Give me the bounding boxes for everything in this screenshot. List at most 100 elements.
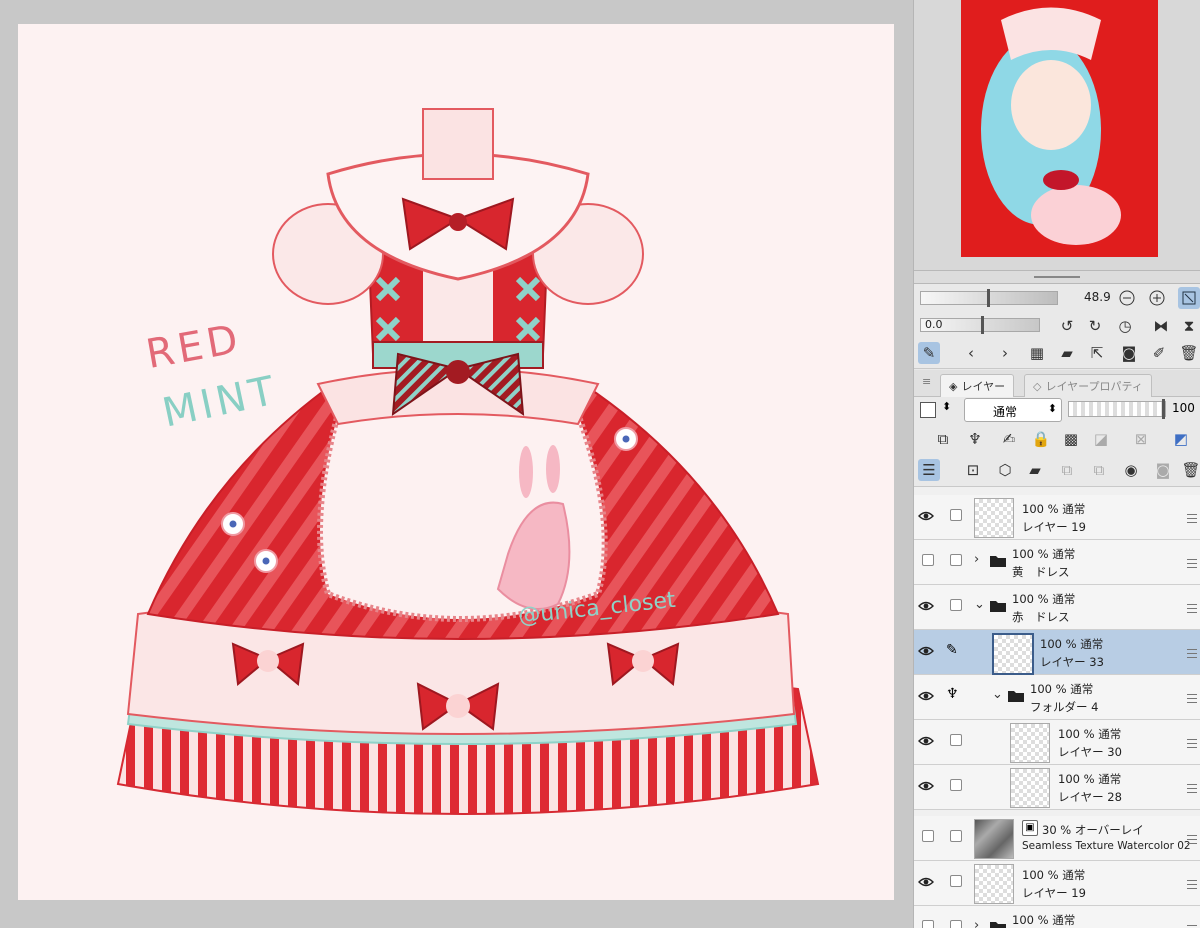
layer-color-swatch-icon[interactable]: ◩	[1170, 428, 1192, 450]
brush-size-slider[interactable]	[920, 289, 1058, 307]
color-stepper-icon[interactable]: ⬍	[942, 400, 951, 413]
reset-rotation-icon[interactable]: ◷	[1114, 315, 1136, 337]
layer-opacity-value: 100	[1172, 401, 1195, 415]
transfer-down-icon[interactable]: ⧉	[1056, 459, 1078, 481]
layer-row[interactable]: ›100 % 通常黄 ドレス	[914, 906, 1200, 928]
merge-down-icon[interactable]: ⧉	[1088, 459, 1110, 481]
tab-layer-property[interactable]: ◇ レイヤープロパティ	[1024, 374, 1152, 397]
layer-row[interactable]: 100 % 通常 レイヤー 28	[914, 765, 1200, 810]
fit-view-icon[interactable]	[1178, 287, 1200, 309]
layer-blend-info: 100 % 通常	[1012, 913, 1076, 927]
layer-row[interactable]: ⌄ 100 % 通常赤 ドレス	[914, 585, 1200, 630]
lock-checkbox[interactable]	[950, 875, 962, 887]
trash-icon[interactable]: 🗑	[1178, 342, 1200, 364]
lock-checkbox[interactable]	[950, 509, 962, 521]
eye-icon[interactable]	[918, 687, 940, 707]
layer-opacity-slider[interactable]	[1068, 399, 1166, 419]
opacity-slider[interactable]: 0.0	[920, 316, 1040, 334]
lock-icon[interactable]: 🔒	[1030, 428, 1052, 450]
lock-transparency-icon[interactable]: ▩	[1060, 428, 1082, 450]
zoom-out-icon[interactable]	[1116, 287, 1138, 309]
eye-icon[interactable]	[918, 642, 940, 662]
layer-row[interactable]: 100 % 通常 レイヤー 19	[914, 861, 1200, 906]
layer-name: レイヤー 19	[1022, 886, 1086, 900]
panel-menu-icon[interactable]: ≡	[922, 375, 931, 388]
lock-checkbox[interactable]	[950, 554, 962, 566]
new-raster-layer-icon[interactable]: ⊡	[962, 459, 984, 481]
blend-mode-select[interactable]: 通常 ⬍	[964, 398, 1062, 422]
drag-handle-icon[interactable]	[1187, 781, 1197, 796]
grid-icon[interactable]: ▦	[1026, 342, 1048, 364]
drawing-canvas[interactable]: RED MINT @unica_closet	[18, 24, 894, 900]
drag-handle-icon[interactable]	[1187, 511, 1197, 526]
eye-icon[interactable]	[918, 732, 940, 752]
visibility-checkbox[interactable]	[922, 554, 934, 566]
rotate-right-icon[interactable]: ↻	[1084, 315, 1106, 337]
export-icon[interactable]: ⇱	[1086, 342, 1108, 364]
edit-icon[interactable]: ✐	[1148, 342, 1170, 364]
opacity-slider-value: 0.0	[925, 318, 943, 331]
navigator-thumbnail[interactable]	[961, 0, 1158, 257]
reference-icon[interactable]: ♆	[964, 428, 986, 450]
eye-icon[interactable]	[918, 597, 940, 617]
panel-splitter[interactable]	[914, 270, 1200, 284]
layer-row[interactable]: 100 % 通常 レイヤー 19	[914, 495, 1200, 540]
chevron-left-icon[interactable]: ‹	[960, 342, 982, 364]
eye-icon[interactable]	[918, 777, 940, 797]
opacity-row: 0.0 ↺ ↻ ◷ ⧓ ⧗	[914, 312, 1200, 340]
eyedropper-icon[interactable]: ✎	[918, 342, 940, 364]
layer-mask-icon[interactable]: ◉	[1120, 459, 1142, 481]
layer-row[interactable]: 100 % 通常 レイヤー 30	[914, 720, 1200, 765]
lock-checkbox[interactable]	[950, 734, 962, 746]
eye-icon[interactable]	[918, 507, 940, 527]
drag-handle-icon[interactable]	[1187, 556, 1197, 571]
ruler-icon[interactable]: ⊠	[1130, 428, 1152, 450]
chevron-right-icon[interactable]: ›	[994, 342, 1016, 364]
layer-row[interactable]: ✎ 100 % 通常 レイヤー 33	[914, 630, 1200, 675]
eye-icon[interactable]	[918, 873, 940, 893]
flip-vertical-icon[interactable]: ⧗	[1178, 315, 1200, 337]
camera-icon[interactable]: ◙	[1118, 342, 1140, 364]
visibility-checkbox[interactable]	[922, 830, 934, 842]
new-folder-icon[interactable]: ▰	[1024, 459, 1046, 481]
zoom-in-icon[interactable]	[1146, 287, 1168, 309]
layer-tab-bar: ≡ ◈ レイヤー ◇ レイヤープロパティ	[914, 370, 1200, 397]
mask-icon[interactable]: ◪	[1090, 428, 1112, 450]
layer-row[interactable]: ▣ 30 % オーバーレイ Seamless Texture Watercolor …	[914, 816, 1200, 861]
lock-checkbox[interactable]	[950, 599, 962, 611]
expand-chevron-icon[interactable]: ›	[974, 552, 979, 567]
layer-blend-info: 100 % 通常	[1040, 637, 1104, 651]
delete-layer-icon[interactable]: 🗑	[1180, 459, 1200, 481]
expand-chevron-icon[interactable]: ⌄	[992, 687, 1003, 702]
layer-list-icon[interactable]: ☰	[918, 459, 940, 481]
drag-handle-icon[interactable]	[1187, 691, 1197, 706]
layer-color-icon[interactable]	[920, 402, 936, 418]
drag-handle-icon[interactable]	[1187, 922, 1197, 928]
layer-thumbnail	[974, 864, 1014, 904]
apply-mask-icon[interactable]: ◙	[1152, 459, 1174, 481]
new-vector-layer-icon[interactable]: ⬡	[994, 459, 1016, 481]
drag-handle-icon[interactable]	[1187, 646, 1197, 661]
drag-handle-icon[interactable]	[1187, 832, 1197, 847]
expand-chevron-icon[interactable]: ⌄	[974, 597, 985, 612]
clip-icon[interactable]: ⧉	[932, 428, 954, 450]
drag-handle-icon[interactable]	[1187, 736, 1197, 751]
lock-checkbox[interactable]	[950, 779, 962, 791]
lock-checkbox[interactable]	[950, 920, 962, 928]
drag-handle-icon[interactable]	[1187, 877, 1197, 892]
pen-icon: ✎	[946, 642, 958, 658]
flip-horizontal-icon[interactable]: ⧓	[1150, 315, 1172, 337]
folder-open-icon[interactable]: ▰	[1056, 342, 1078, 364]
draft-icon[interactable]: ✍	[998, 428, 1020, 450]
layers-icon: ◈	[949, 379, 958, 393]
rotate-left-icon[interactable]: ↺	[1056, 315, 1078, 337]
reference-layer-icon: ♆	[946, 686, 959, 702]
drag-handle-icon[interactable]	[1187, 601, 1197, 616]
tab-layer[interactable]: ◈ レイヤー	[940, 374, 1015, 397]
expand-chevron-icon[interactable]: ›	[974, 918, 979, 928]
layer-row[interactable]: ♆ ⌄ 100 % 通常 フォルダー 4	[914, 675, 1200, 720]
layer-blend-info: 100 % 通常	[1022, 502, 1086, 516]
visibility-checkbox[interactable]	[922, 920, 934, 928]
lock-checkbox[interactable]	[950, 830, 962, 842]
layer-row[interactable]: ›100 % 通常黄 ドレス	[914, 540, 1200, 585]
